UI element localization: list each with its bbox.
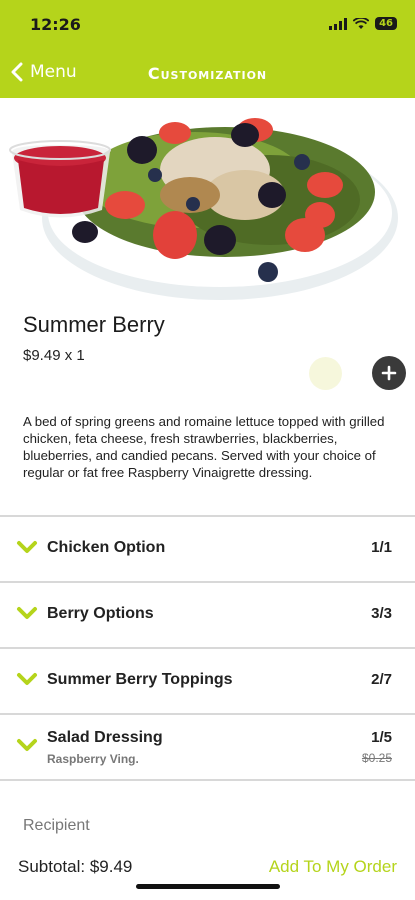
option-berry[interactable]: Berry Options 3/3 bbox=[0, 581, 415, 647]
option-label: Summer Berry Toppings bbox=[47, 671, 233, 688]
item-name: Summer Berry bbox=[23, 312, 165, 337]
header-bar: 12:26 46 Menu Customization bbox=[0, 0, 415, 98]
status-icons: 46 bbox=[329, 17, 397, 30]
option-chicken[interactable]: Chicken Option 1/1 bbox=[0, 515, 415, 581]
option-label: Chicken Option bbox=[47, 539, 166, 556]
signal-icon bbox=[329, 17, 348, 30]
decrease-quantity-button[interactable] bbox=[309, 357, 342, 390]
option-toppings[interactable]: Summer Berry Toppings 2/7 bbox=[0, 647, 415, 713]
page-title: Customization bbox=[147, 64, 268, 83]
item-description: A bed of spring greens and romaine lettu… bbox=[23, 414, 385, 480]
item-price: $9.49 x 1 bbox=[23, 347, 85, 364]
battery-icon: 46 bbox=[375, 17, 397, 30]
nav-bar: Menu Customization bbox=[0, 52, 415, 96]
home-indicator[interactable] bbox=[136, 884, 280, 889]
option-label: Salad Dressing bbox=[47, 729, 163, 746]
chevron-down-icon bbox=[17, 739, 37, 751]
plus-icon bbox=[381, 365, 397, 381]
wifi-icon bbox=[353, 17, 370, 29]
chevron-down-icon bbox=[17, 607, 37, 619]
option-count: 1/1 bbox=[371, 539, 392, 556]
chevron-down-icon bbox=[17, 673, 37, 685]
chevron-down-icon bbox=[17, 541, 37, 553]
option-extra-price: $0.25 bbox=[361, 751, 392, 765]
add-to-order-button[interactable]: Add To My Order bbox=[269, 857, 397, 877]
divider bbox=[0, 779, 415, 781]
option-count: 3/3 bbox=[371, 605, 392, 622]
subtotal: Subtotal: $9.49 bbox=[18, 857, 133, 876]
recipient-field[interactable]: Recipient bbox=[23, 817, 90, 835]
option-count: 1/5 bbox=[371, 729, 392, 746]
option-count: 2/7 bbox=[371, 671, 392, 688]
status-bar: 12:26 46 bbox=[0, 0, 415, 50]
salad-image bbox=[9, 118, 398, 300]
option-label: Berry Options bbox=[47, 605, 154, 622]
option-selection: Raspberry Ving. bbox=[47, 752, 139, 766]
status-time: 12:26 bbox=[30, 15, 81, 34]
increase-quantity-button[interactable] bbox=[372, 356, 406, 390]
option-dressing[interactable]: Salad Dressing Raspberry Ving. 1/5 $0.25 bbox=[0, 713, 415, 779]
